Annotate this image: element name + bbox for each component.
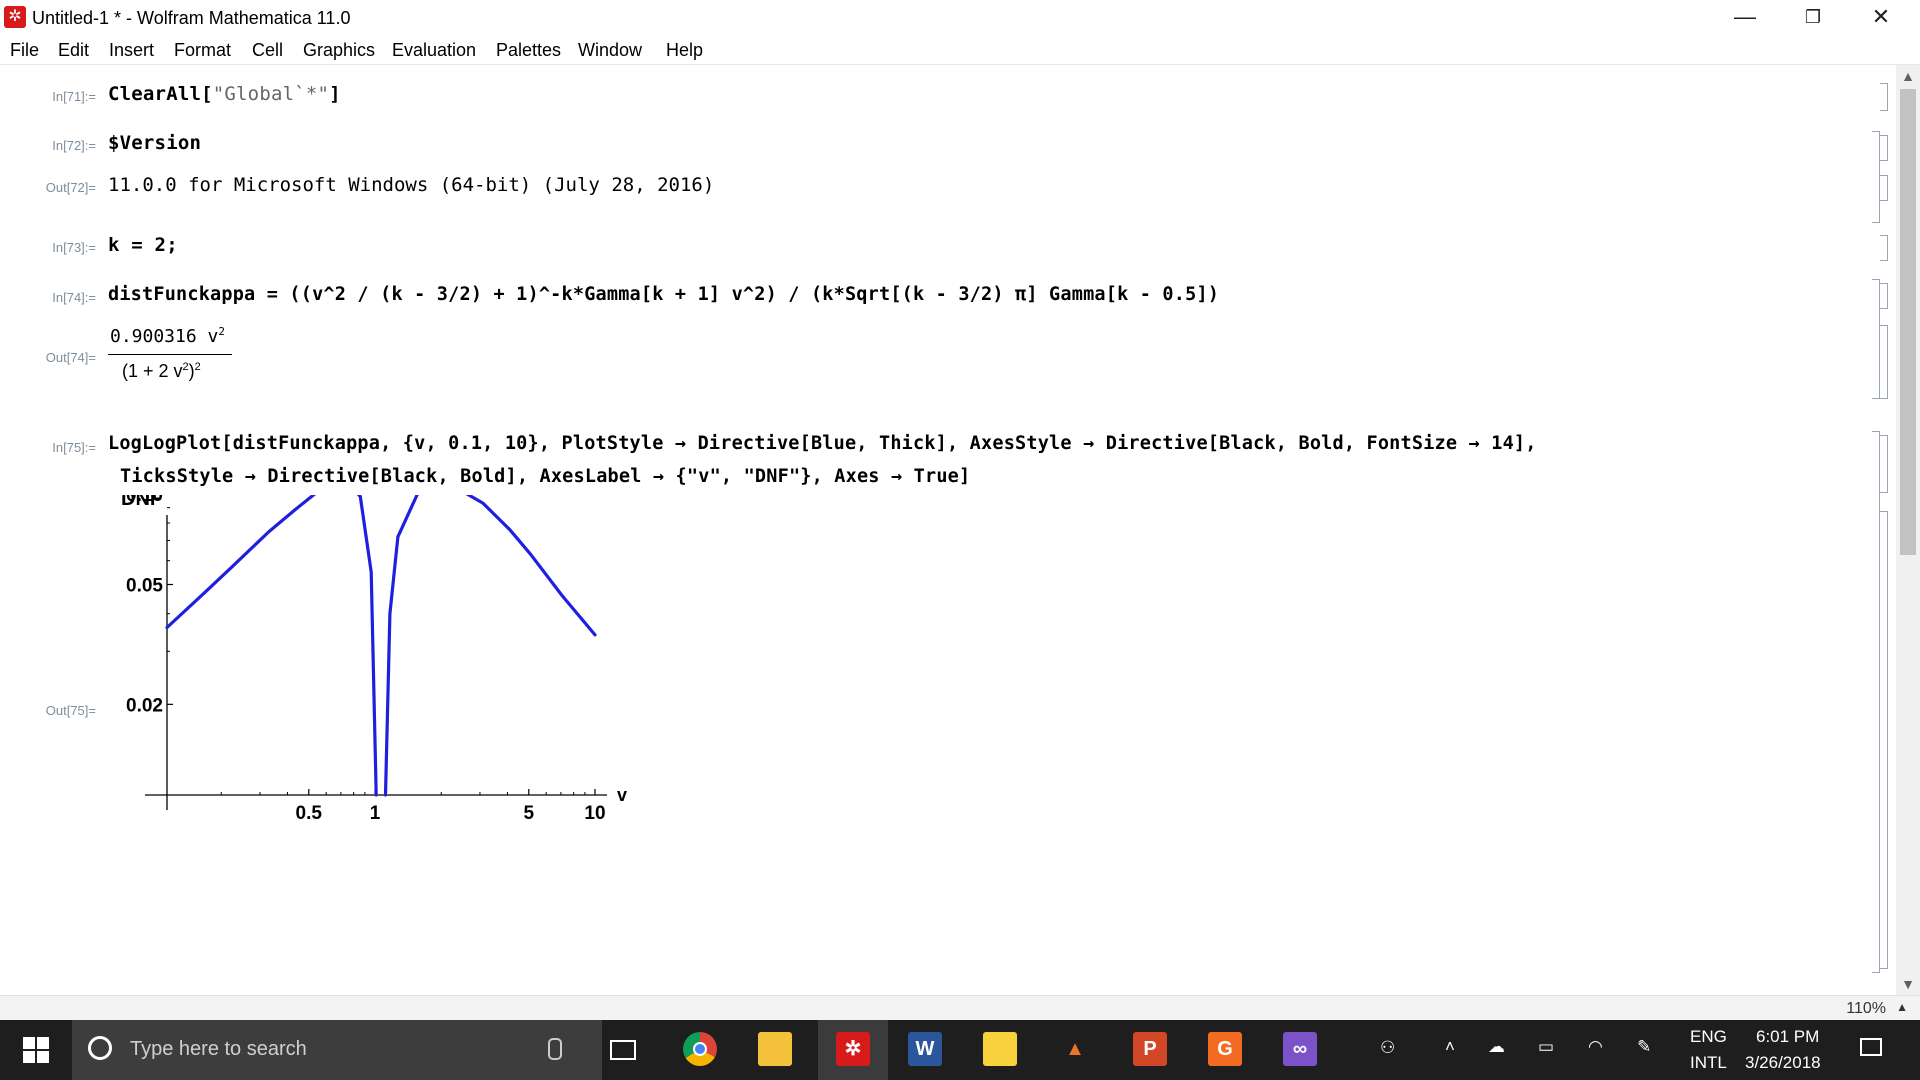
in74-label: In[74]:= bbox=[52, 290, 96, 305]
file-explorer-icon[interactable] bbox=[758, 1032, 792, 1066]
minimize-button[interactable]: — bbox=[1710, 0, 1780, 36]
out72-label: Out[72]= bbox=[45, 180, 96, 195]
onedrive-cloud-icon[interactable]: ☁ bbox=[1488, 1037, 1505, 1057]
y-tick-label: 0.02 bbox=[126, 695, 163, 716]
plot-ticks bbox=[167, 507, 596, 795]
cell-bracket-in74[interactable] bbox=[1880, 283, 1888, 309]
in74-input[interactable]: distFunckappa = ((v^2 / (k - 3/2) + 1)^-… bbox=[108, 284, 1219, 305]
y-tick-label: 0.05 bbox=[126, 576, 163, 597]
in75-label: In[75]:= bbox=[52, 440, 96, 455]
menu-cell[interactable]: Cell bbox=[252, 40, 283, 61]
action-center-icon[interactable] bbox=[1860, 1038, 1882, 1056]
zoom-up-arrow-icon[interactable]: ▲ bbox=[1896, 1000, 1908, 1014]
menu-palettes[interactable]: Palettes bbox=[496, 40, 561, 61]
search-placeholder: Type here to search bbox=[130, 1038, 307, 1060]
cell-bracket-in75[interactable] bbox=[1880, 435, 1888, 493]
scrollbar-thumb[interactable] bbox=[1900, 89, 1916, 555]
cell-bracket-in72[interactable] bbox=[1880, 135, 1888, 161]
people-icon[interactable]: ⚇ bbox=[1380, 1038, 1395, 1058]
cell-bracket-out74[interactable] bbox=[1880, 325, 1888, 399]
in72-label: In[72]:= bbox=[52, 138, 96, 153]
status-bar: 110% ▲ bbox=[0, 995, 1920, 1021]
visual-studio-icon[interactable]: ∞ bbox=[1283, 1032, 1317, 1066]
in73-input[interactable]: k = 2; bbox=[108, 234, 178, 256]
x-tick-label: 1 bbox=[370, 803, 381, 824]
show-hidden-icons-icon[interactable]: ˄ bbox=[1445, 1037, 1455, 1057]
mathematica-taskbar-icon: ✲ bbox=[836, 1032, 870, 1066]
pdf-app-icon[interactable]: G bbox=[1208, 1032, 1242, 1066]
cell-bracket-in73[interactable] bbox=[1880, 235, 1888, 261]
y-axis-label: DNF bbox=[121, 495, 162, 510]
mathematica-taskbar-slot[interactable]: ✲ bbox=[818, 1020, 888, 1080]
mathematica-app-icon[interactable]: ✲ bbox=[4, 6, 26, 28]
title-bar: ✲ Untitled-1 * - Wolfram Mathematica 11.… bbox=[0, 0, 1920, 36]
cell-bracket-out75[interactable] bbox=[1880, 511, 1888, 969]
dnf-series-line bbox=[165, 495, 597, 797]
x-tick-label: 0.5 bbox=[296, 803, 323, 824]
cortana-circle-icon bbox=[88, 1036, 112, 1060]
out74-fraction: 0.900316 v2 (1 + 2 v2)2 bbox=[108, 325, 238, 395]
cell-bracket-group74[interactable] bbox=[1872, 279, 1880, 399]
in73-label: In[73]:= bbox=[52, 240, 96, 255]
in71-input[interactable]: ClearAll["Global`*"] bbox=[108, 83, 341, 105]
in72-input[interactable]: $Version bbox=[108, 132, 201, 154]
out72-output: 11.0.0 for Microsoft Windows (64-bit) (J… bbox=[108, 174, 715, 196]
scroll-down-arrow[interactable]: ▼ bbox=[1896, 973, 1920, 995]
sticky-notes-icon[interactable] bbox=[983, 1032, 1017, 1066]
fraction-bar bbox=[108, 354, 232, 355]
menu-evaluation[interactable]: Evaluation bbox=[392, 40, 476, 61]
cell-bracket-group75[interactable] bbox=[1872, 431, 1880, 973]
fraction-denominator: (1 + 2 v2)2 bbox=[122, 361, 201, 381]
pen-icon[interactable]: ✎ bbox=[1637, 1037, 1651, 1057]
zoom-level[interactable]: 110% bbox=[1846, 1000, 1886, 1018]
chrome-icon[interactable] bbox=[683, 1032, 717, 1066]
clock-time[interactable]: 6:01 PM bbox=[1756, 1027, 1819, 1047]
vertical-scrollbar[interactable]: ▲ ▼ bbox=[1896, 65, 1920, 995]
plot-series bbox=[165, 495, 597, 797]
windows-taskbar: Type here to search ✲ W ▲ P G ∞ ⚇ ˄ ☁ ▭ … bbox=[0, 1020, 1920, 1080]
in75-input-line1[interactable]: LogLogPlot[distFunckappa, {v, 0.1, 10}, … bbox=[108, 433, 1537, 454]
x-tick-label: 10 bbox=[584, 803, 605, 824]
x-tick-label: 5 bbox=[523, 803, 534, 824]
microphone-icon[interactable] bbox=[548, 1038, 562, 1060]
taskbar-search-box[interactable]: Type here to search bbox=[72, 1020, 602, 1080]
windows-logo-icon bbox=[23, 1037, 49, 1063]
task-view-icon[interactable] bbox=[610, 1040, 636, 1060]
cell-bracket-out72[interactable] bbox=[1880, 175, 1888, 201]
notebook-area[interactable]: In[71]:= ClearAll["Global`*"] In[72]:= $… bbox=[0, 65, 1896, 995]
menu-window[interactable]: Window bbox=[578, 40, 642, 61]
fraction-numerator: 0.900316 v2 bbox=[110, 325, 225, 347]
restore-button[interactable]: ❐ bbox=[1778, 0, 1848, 36]
close-button[interactable]: ✕ bbox=[1846, 0, 1916, 36]
in71-label: In[71]:= bbox=[52, 89, 96, 104]
in75-input-line2[interactable]: TicksStyle → Directive[Black, Bold], Axe… bbox=[120, 466, 970, 487]
menu-file[interactable]: File bbox=[10, 40, 39, 61]
menu-format[interactable]: Format bbox=[174, 40, 231, 61]
wifi-icon[interactable]: ◠ bbox=[1588, 1037, 1603, 1057]
menu-help[interactable]: Help bbox=[666, 40, 703, 61]
loglog-plot[interactable]: 0.5 1 5 100.020.050.10 DNF v bbox=[90, 495, 690, 915]
out75-label: Out[75]= bbox=[45, 703, 96, 718]
cell-bracket-in71[interactable] bbox=[1880, 83, 1888, 111]
x-axis-label: v bbox=[617, 785, 627, 805]
start-button[interactable] bbox=[0, 1020, 72, 1080]
menu-bar: File Edit Insert Format Cell Graphics Ev… bbox=[0, 36, 1920, 65]
language-top[interactable]: ENG bbox=[1690, 1027, 1727, 1047]
word-icon[interactable]: W bbox=[908, 1032, 942, 1066]
out74-label: Out[74]= bbox=[45, 350, 96, 365]
scroll-up-arrow[interactable]: ▲ bbox=[1896, 65, 1920, 87]
cell-bracket-group72[interactable] bbox=[1872, 131, 1880, 223]
matlab-icon[interactable]: ▲ bbox=[1058, 1032, 1092, 1066]
battery-icon[interactable]: ▭ bbox=[1538, 1037, 1554, 1057]
window-title: Untitled-1 * - Wolfram Mathematica 11.0 bbox=[32, 8, 351, 28]
menu-insert[interactable]: Insert bbox=[109, 40, 154, 61]
language-bottom[interactable]: INTL bbox=[1690, 1053, 1727, 1073]
powerpoint-icon[interactable]: P bbox=[1133, 1032, 1167, 1066]
menu-graphics[interactable]: Graphics bbox=[303, 40, 375, 61]
clock-date[interactable]: 3/26/2018 bbox=[1745, 1053, 1821, 1073]
menu-edit[interactable]: Edit bbox=[58, 40, 89, 61]
